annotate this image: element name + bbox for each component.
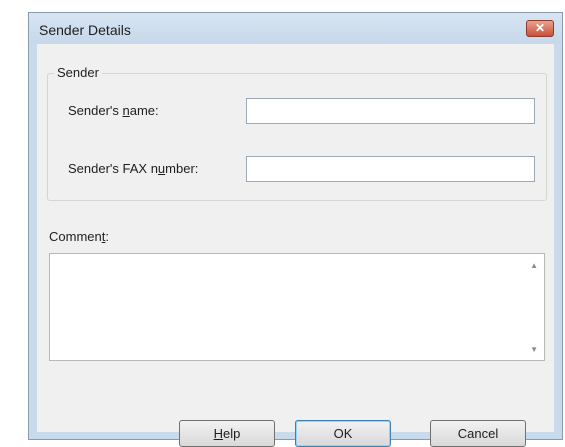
comment-textarea[interactable]: ▲ ▼ [49,253,545,361]
senders-fax-number-label: Sender's FAX number: [68,161,199,176]
comment-label: Comment: [49,229,109,244]
ok-button[interactable]: OK [295,420,391,447]
sender-details-dialog: Sender Details ✕ Sender Sender's name: S… [28,12,563,447]
scroll-up-arrow-icon[interactable]: ▲ [530,261,538,270]
close-icon: ✕ [534,21,546,35]
senders-name-label: Sender's name: [68,103,159,118]
dialog-body: Sender Sender's name: Sender's FAX numbe… [37,44,554,447]
senders-fax-number-input[interactable] [246,156,535,182]
sender-group-label: Sender [54,65,102,80]
close-button[interactable]: ✕ [526,20,554,37]
scroll-down-arrow-icon[interactable]: ▼ [530,345,538,354]
cancel-button[interactable]: Cancel [430,420,526,447]
dialog-title: Sender Details [39,22,131,38]
sender-groupbox: Sender Sender's name: Sender's FAX numbe… [47,65,547,201]
title-bar[interactable]: Sender Details ✕ [29,13,562,43]
senders-name-input[interactable] [246,98,535,124]
help-button[interactable]: Help [179,420,275,447]
